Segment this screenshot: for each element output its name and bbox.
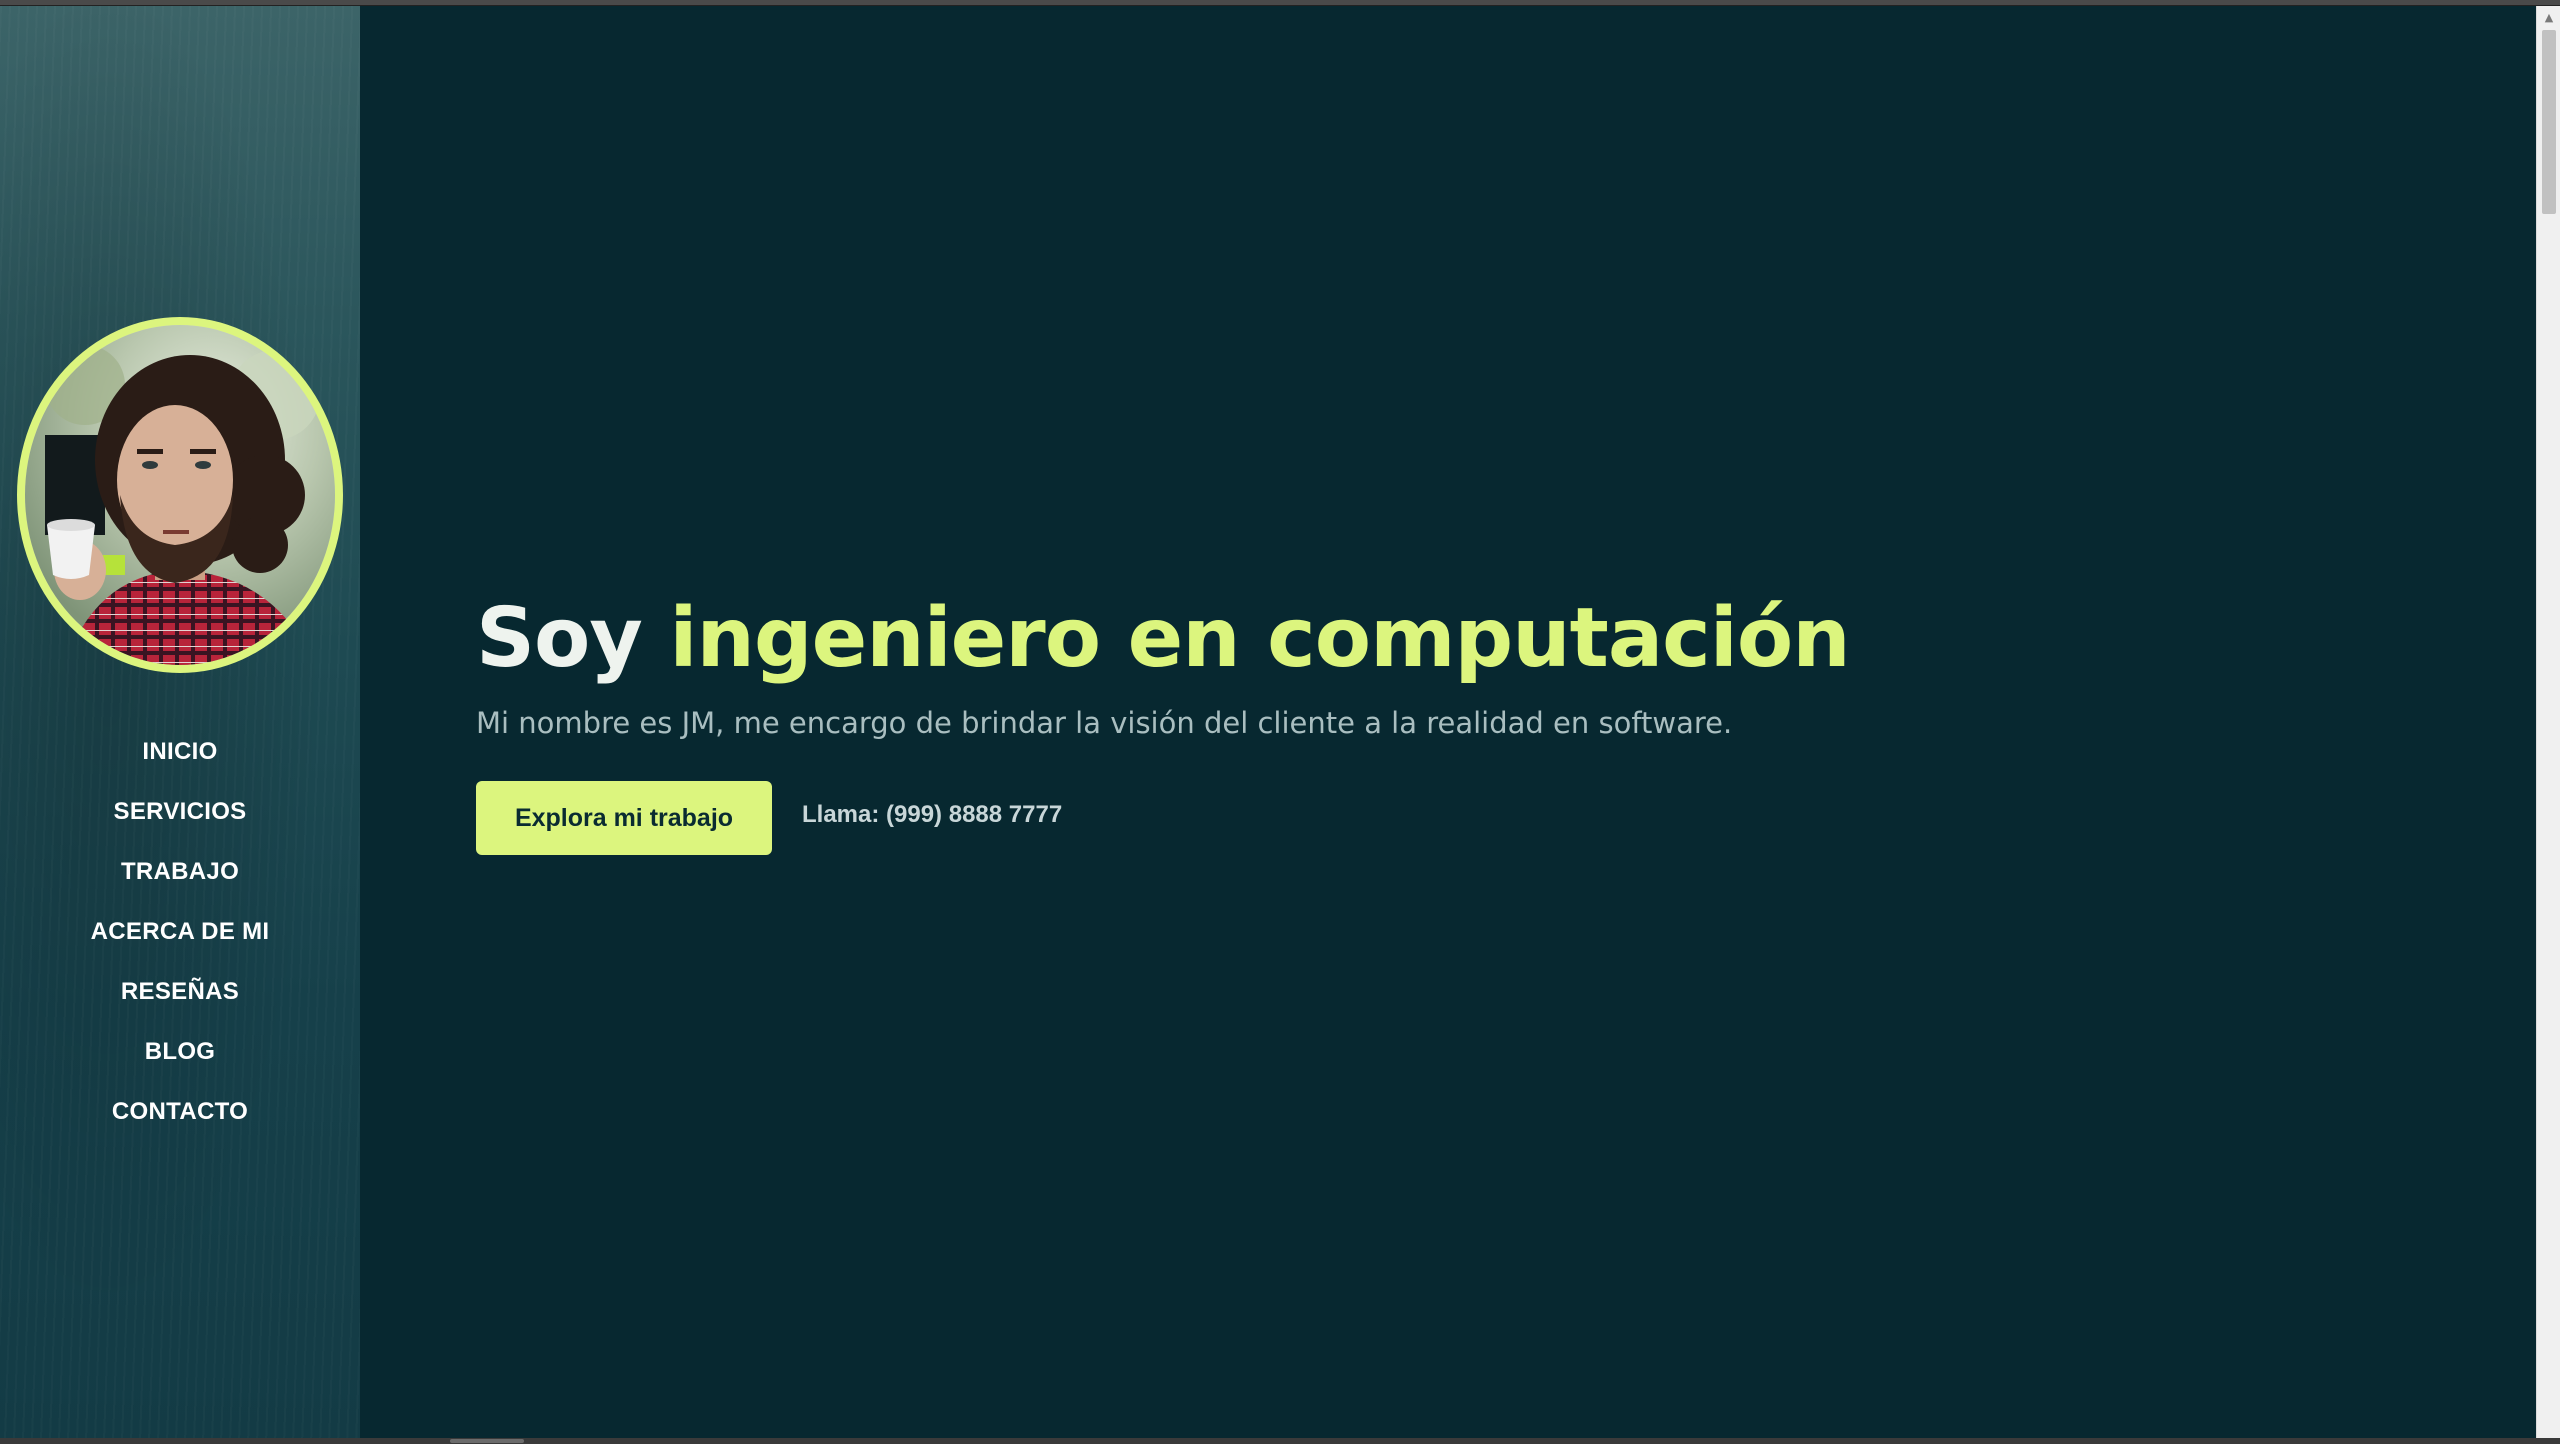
nav-item-blog[interactable]: BLOG (0, 1022, 360, 1082)
triangle-up-icon[interactable]: ▲ (2537, 6, 2560, 28)
scrollbar-thumb[interactable] (2542, 30, 2556, 214)
page-viewport: INICIO SERVICIOS TRABAJO ACERCA DE MI RE… (0, 6, 2536, 1438)
hero-section: Soy ingeniero en computación Mi nombre e… (360, 6, 2536, 1438)
avatar-photo (25, 325, 335, 665)
horizontal-scrollbar-thumb[interactable] (450, 1439, 524, 1443)
nav-item-servicios[interactable]: SERVICIOS (0, 782, 360, 842)
hero-title: Soy ingeniero en computación (476, 589, 1851, 689)
nav-item-resenas[interactable]: RESEÑAS (0, 962, 360, 1022)
horizontal-scrollbar[interactable] (0, 1438, 2560, 1444)
nav-item-contacto[interactable]: CONTACTO (0, 1082, 360, 1142)
nav-item-acerca-de-mi[interactable]: ACERCA DE MI (0, 902, 360, 962)
nav-item-trabajo[interactable]: TRABAJO (0, 842, 360, 902)
avatar (17, 317, 343, 673)
vertical-scrollbar[interactable]: ▲ (2536, 6, 2560, 1438)
nav-item-inicio[interactable]: INICIO (0, 722, 360, 782)
phone-link[interactable]: Llama: (999) 8888 7777 (802, 801, 1062, 829)
main-navigation: INICIO SERVICIOS TRABAJO ACERCA DE MI RE… (0, 722, 360, 1142)
hero-title-plain: Soy (476, 591, 670, 686)
sidebar: INICIO SERVICIOS TRABAJO ACERCA DE MI RE… (0, 6, 360, 1438)
hero-title-accent: ingeniero en computación (669, 591, 1850, 686)
explore-work-button[interactable]: Explora mi trabajo (476, 781, 772, 855)
hero-subtitle: Mi nombre es JM, me encargo de brindar l… (476, 706, 1733, 740)
